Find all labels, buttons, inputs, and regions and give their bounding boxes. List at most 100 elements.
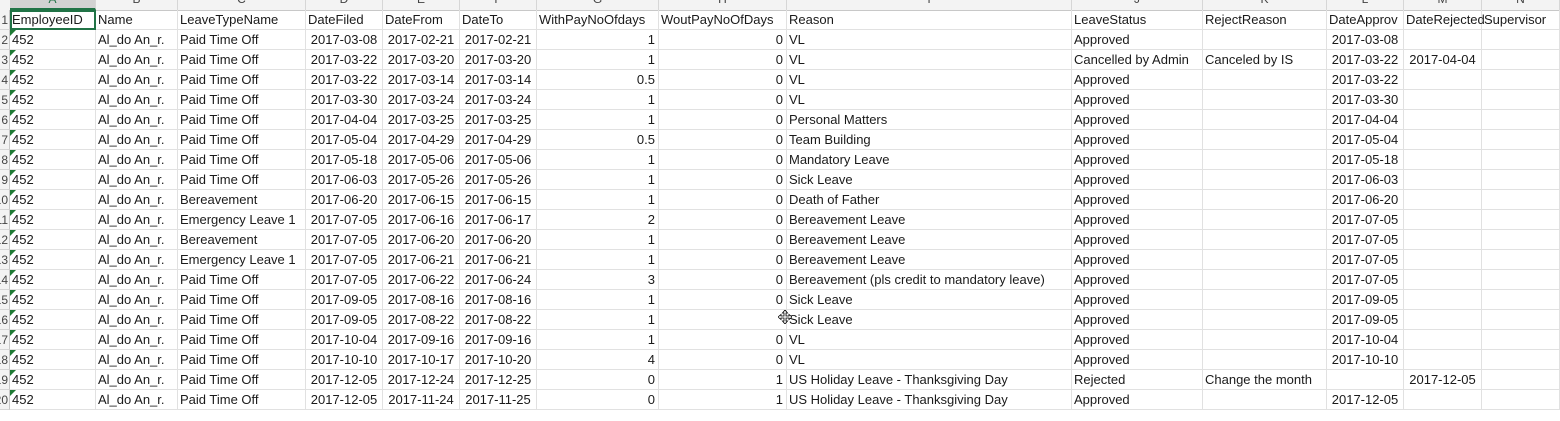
cell-c[interactable]: Paid Time Off [178,390,306,410]
cell-l[interactable]: 2017-07-05 [1327,270,1404,290]
cell-h[interactable]: 0 [659,70,787,90]
cell-a[interactable]: 452 [10,310,96,330]
cell-b[interactable]: Al_do An_r. [96,150,178,170]
cell-g[interactable]: 0.5 [537,130,659,150]
cell-c[interactable]: Emergency Leave 1 [178,210,306,230]
cell-h[interactable]: 0 [659,230,787,250]
cell-e[interactable]: 2017-08-22 [383,310,460,330]
cell-l[interactable]: 2017-06-03 [1327,170,1404,190]
cell-k[interactable] [1203,30,1327,50]
cell-k[interactable] [1203,150,1327,170]
cell-m[interactable] [1404,150,1482,170]
cell-d[interactable]: 2017-06-03 [306,170,383,190]
cell-k[interactable] [1203,70,1327,90]
cell-b[interactable]: Al_do An_r. [96,190,178,210]
cell-k[interactable] [1203,130,1327,150]
cell-f[interactable]: 2017-04-29 [460,130,537,150]
cell-n[interactable] [1482,250,1560,270]
cell-l[interactable]: 2017-10-04 [1327,330,1404,350]
cell-l[interactable]: 2017-03-08 [1327,30,1404,50]
cell-i[interactable]: VL [787,50,1072,70]
cell-a[interactable]: 452 [10,330,96,350]
cell-i[interactable]: Sick Leave [787,290,1072,310]
cell-g[interactable]: 0 [537,390,659,410]
cell-k[interactable] [1203,390,1327,410]
cell-g[interactable]: 1 [537,230,659,250]
row-header-17[interactable]: 17 [0,330,10,350]
cell-e[interactable]: 2017-04-29 [383,130,460,150]
cell-b[interactable]: Al_do An_r. [96,370,178,390]
cell-e[interactable]: 2017-08-16 [383,290,460,310]
cell-g[interactable]: 1 [537,330,659,350]
cell-e[interactable]: 2017-05-06 [383,150,460,170]
cell-k[interactable] [1203,230,1327,250]
cell-k[interactable] [1203,190,1327,210]
cell-b[interactable]: Al_do An_r. [96,290,178,310]
column-header-j[interactable]: J [1072,0,1203,10]
cell-d[interactable]: 2017-07-05 [306,210,383,230]
cell-b[interactable]: Al_do An_r. [96,310,178,330]
cell-i[interactable]: Team Building [787,130,1072,150]
cell-m[interactable] [1404,30,1482,50]
cell-g[interactable]: 3 [537,270,659,290]
cell-h[interactable]: 0 [659,50,787,70]
cell-d[interactable]: 2017-09-05 [306,290,383,310]
cell-a[interactable]: 452 [10,230,96,250]
cell-h[interactable]: 0 [659,210,787,230]
cell-e[interactable]: 2017-06-15 [383,190,460,210]
cell-b[interactable]: Al_do An_r. [96,110,178,130]
cell-d[interactable]: 2017-05-04 [306,130,383,150]
cell-a[interactable]: 452 [10,190,96,210]
header-cell-g[interactable]: WithPayNoOfdays [537,10,659,30]
cell-f[interactable]: 2017-02-21 [460,30,537,50]
header-cell-h[interactable]: WoutPayNoOfDays [659,10,787,30]
row-header-14[interactable]: 14 [0,270,10,290]
column-header-c[interactable]: C [178,0,306,10]
cell-i[interactable]: VL [787,30,1072,50]
column-header-m[interactable]: M [1404,0,1482,10]
cell-d[interactable]: 2017-07-05 [306,230,383,250]
cell-c[interactable]: Paid Time Off [178,330,306,350]
cell-e[interactable]: 2017-06-16 [383,210,460,230]
cell-i[interactable]: Bereavement (pls credit to mandatory lea… [787,270,1072,290]
cell-c[interactable]: Bereavement [178,230,306,250]
cell-b[interactable]: Al_do An_r. [96,390,178,410]
cell-i[interactable]: US Holiday Leave - Thanksgiving Day [787,390,1072,410]
cell-b[interactable]: Al_do An_r. [96,170,178,190]
cell-g[interactable]: 1 [537,110,659,130]
cell-g[interactable]: 4 [537,350,659,370]
cell-j[interactable]: Approved [1072,150,1203,170]
row-header-13[interactable]: 13 [0,250,10,270]
cell-n[interactable] [1482,370,1560,390]
column-header-l[interactable]: L [1327,0,1404,10]
cell-j[interactable]: Approved [1072,70,1203,90]
column-header-e[interactable]: E [383,0,460,10]
cell-i[interactable]: Mandatory Leave [787,150,1072,170]
cell-c[interactable]: Paid Time Off [178,170,306,190]
row-header-7[interactable]: 7 [0,130,10,150]
row-header-5[interactable]: 5 [0,90,10,110]
cell-b[interactable]: Al_do An_r. [96,210,178,230]
cell-k[interactable] [1203,250,1327,270]
cell-l[interactable]: 2017-12-05 [1327,390,1404,410]
cell-m[interactable] [1404,230,1482,250]
cell-c[interactable]: Paid Time Off [178,130,306,150]
cell-a[interactable]: 452 [10,90,96,110]
row-header-16[interactable]: 16 [0,310,10,330]
cell-j[interactable]: Approved [1072,90,1203,110]
cell-n[interactable] [1482,190,1560,210]
cell-a[interactable]: 452 [10,390,96,410]
cell-j[interactable]: Approved [1072,250,1203,270]
cell-l[interactable]: 2017-07-05 [1327,230,1404,250]
cell-m[interactable] [1404,170,1482,190]
cell-a[interactable]: 452 [10,290,96,310]
cell-c[interactable]: Paid Time Off [178,50,306,70]
cell-c[interactable]: Paid Time Off [178,270,306,290]
cell-m[interactable] [1404,390,1482,410]
header-cell-b[interactable]: Name [96,10,178,30]
cell-h[interactable]: 0 [659,30,787,50]
cell-l[interactable] [1327,370,1404,390]
cell-k[interactable] [1203,270,1327,290]
cell-h[interactable]: 0 [659,110,787,130]
cell-f[interactable]: 2017-12-25 [460,370,537,390]
